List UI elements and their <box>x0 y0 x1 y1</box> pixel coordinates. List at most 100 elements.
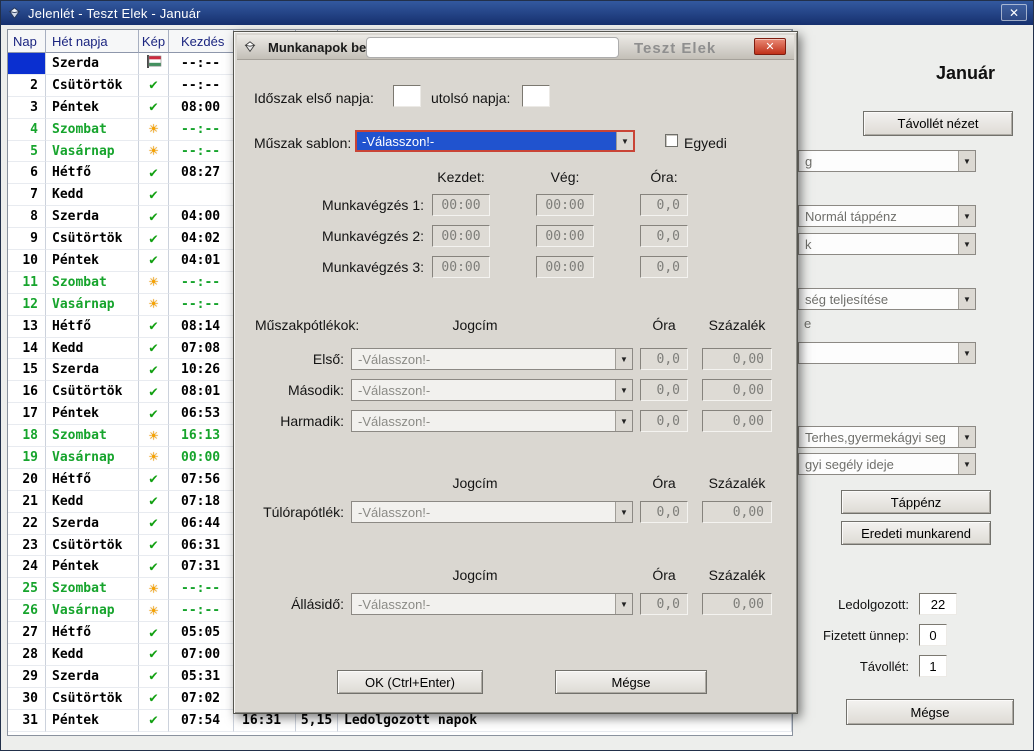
rp-combo-4[interactable]: ség teljesítése ▼ <box>798 288 976 310</box>
day-number-cell: 17 <box>8 403 46 425</box>
sun-icon: ☀ <box>149 602 158 620</box>
col-header-nap[interactable]: Nap <box>8 30 46 53</box>
day-number-cell: 12 <box>8 294 46 316</box>
ora-header-3: Óra <box>640 567 688 583</box>
tulorapotlek-szazalek-field: 0,00 <box>702 501 772 523</box>
rp-combo-1[interactable]: g ▼ <box>798 150 976 172</box>
chevron-down-icon[interactable]: ▼ <box>958 151 975 171</box>
sun-icon: ☀ <box>149 295 158 313</box>
start-time-cell: 08:14 <box>169 316 234 338</box>
weekday-cell: Vasárnap <box>46 141 139 163</box>
icon-cell: ✔ <box>139 513 169 535</box>
col-header-kezdes[interactable]: Kezdés <box>169 30 234 53</box>
work3-ora-field: 0,0 <box>640 256 688 278</box>
check-icon: ✔ <box>149 625 157 641</box>
work2-label: Munkavégzés 2: <box>254 228 424 244</box>
work3-kezdet-field: 00:00 <box>432 256 490 278</box>
megse-button-dialog[interactable]: Mégse <box>555 670 707 694</box>
chevron-down-icon[interactable]: ▼ <box>616 132 633 150</box>
check-icon: ✔ <box>149 384 157 400</box>
weekday-cell: Kedd <box>46 491 139 513</box>
muszakpotlekok-label: Műszakpótlékok: <box>255 317 359 333</box>
rp-combo-4-value: ség teljesítése <box>799 292 888 307</box>
work1-veg-field: 00:00 <box>536 194 594 216</box>
check-icon: ✔ <box>149 77 157 93</box>
icon-cell: ✔ <box>139 184 169 206</box>
rp-combo-7-value: gyi segély ideje <box>799 457 894 472</box>
check-icon: ✔ <box>149 187 157 203</box>
day-number-cell: 11 <box>8 272 46 294</box>
chevron-down-icon[interactable]: ▼ <box>958 289 975 309</box>
veg-header: Vég: <box>536 169 594 185</box>
weekday-cell: Vasárnap <box>46 447 139 469</box>
chevron-down-icon: ▼ <box>615 411 632 431</box>
weekday-cell: Kedd <box>46 338 139 360</box>
tulorapotlek-select: -Válasszon!- ▼ <box>351 501 633 523</box>
sun-icon: ☀ <box>149 273 158 291</box>
start-time-cell: --:-- <box>169 294 234 316</box>
muszak-sablon-select[interactable]: -Válasszon!- ▼ <box>355 130 635 152</box>
egyedi-checkbox[interactable] <box>665 134 678 147</box>
icon-cell: ✔ <box>139 710 169 732</box>
icon-cell: ✔ <box>139 250 169 272</box>
chevron-down-icon[interactable]: ▼ <box>958 206 975 226</box>
start-time-cell: 04:01 <box>169 250 234 272</box>
icon-cell: ✔ <box>139 228 169 250</box>
chevron-down-icon: ▼ <box>615 594 632 614</box>
start-time-cell: 07:00 <box>169 644 234 666</box>
tulorapotlek-ora-field: 0,0 <box>640 501 688 523</box>
masodik-label: Második: <box>254 382 344 398</box>
weekday-cell: Kedd <box>46 644 139 666</box>
egyedi-label: Egyedi <box>684 135 727 151</box>
ok-button[interactable]: OK (Ctrl+Enter) <box>337 670 483 694</box>
icon-cell: ✔ <box>139 491 169 513</box>
tappenz-button[interactable]: Táppénz <box>841 490 991 514</box>
weekday-cell: Vasárnap <box>46 294 139 316</box>
chevron-down-icon[interactable]: ▼ <box>958 454 975 474</box>
day-number-cell: 16 <box>8 381 46 403</box>
start-time-cell: --:-- <box>169 600 234 622</box>
weekday-cell: Péntek <box>46 556 139 578</box>
close-icon[interactable]: ✕ <box>1001 4 1027 21</box>
chevron-down-icon[interactable]: ▼ <box>958 234 975 254</box>
megse-button-main[interactable]: Mégse <box>846 699 1014 725</box>
col-header-kep[interactable]: Kép <box>139 30 169 53</box>
start-time-cell: 07:54 <box>169 710 234 732</box>
weekday-cell: Szombat <box>46 272 139 294</box>
sun-icon: ☀ <box>149 580 158 598</box>
check-icon: ✔ <box>149 493 157 509</box>
icon-cell: ☀ <box>139 272 169 294</box>
start-time-cell: 07:02 <box>169 688 234 710</box>
sun-icon: ☀ <box>149 120 158 138</box>
period-last-input[interactable] <box>522 85 550 107</box>
rp-combo-2[interactable]: Normál táppénz ▼ <box>798 205 976 227</box>
chevron-down-icon: ▼ <box>615 380 632 400</box>
check-icon: ✔ <box>149 318 157 334</box>
rp-combo-5[interactable]: ▼ <box>798 342 976 364</box>
weekday-cell: Péntek <box>46 710 139 732</box>
check-icon: ✔ <box>149 646 157 662</box>
chevron-down-icon[interactable]: ▼ <box>958 343 975 363</box>
eredeti-munkarend-button[interactable]: Eredeti munkarend <box>841 521 991 545</box>
rp-combo-7[interactable]: gyi segély ideje ▼ <box>798 453 976 475</box>
weekday-cell: Péntek <box>46 97 139 119</box>
period-first-input[interactable] <box>393 85 421 107</box>
harmadik-select: -Válasszon!- ▼ <box>351 410 633 432</box>
day-number-cell: 14 <box>8 338 46 360</box>
rp-combo-3[interactable]: k ▼ <box>798 233 976 255</box>
check-icon: ✔ <box>149 515 157 531</box>
tavollet-nezet-button[interactable]: Távollét nézet <box>863 111 1013 136</box>
day-number-cell: 10 <box>8 250 46 272</box>
dialog-close-button[interactable]: ✕ <box>754 38 786 55</box>
weekday-cell: Szerda <box>46 513 139 535</box>
work3-veg-field: 00:00 <box>536 256 594 278</box>
muszak-sablon-label: Műszak sablon: <box>254 135 351 151</box>
work2-veg-field: 00:00 <box>536 225 594 247</box>
rp-combo-6[interactable]: Terhes,gyermekágyi seg ▼ <box>798 426 976 448</box>
chevron-down-icon[interactable]: ▼ <box>958 427 975 447</box>
kezdet-header: Kezdet: <box>432 169 490 185</box>
day-number-cell: 20 <box>8 469 46 491</box>
icon-cell: ☀ <box>139 447 169 469</box>
col-header-het-napja[interactable]: Hét napja <box>46 30 139 53</box>
day-number-cell: 7 <box>8 184 46 206</box>
